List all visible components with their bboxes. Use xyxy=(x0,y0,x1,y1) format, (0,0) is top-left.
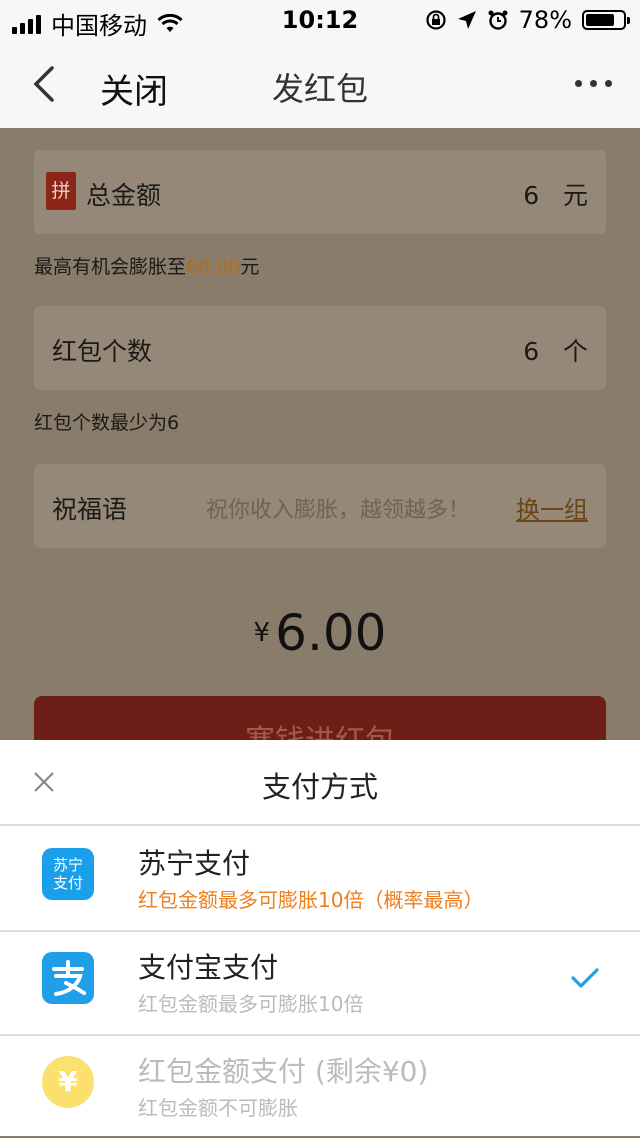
nav-bar: 关闭 发红包 xyxy=(0,40,640,128)
checkmark-icon xyxy=(571,968,599,988)
amount-display: ¥ 6.00 xyxy=(0,604,640,662)
payment-option-desc: 红包金额不可膨胀 xyxy=(138,1096,298,1120)
battery-icon xyxy=(582,10,630,30)
status-right: 78% xyxy=(425,6,630,34)
total-hint-amount: 60.00 xyxy=(186,256,241,278)
yen-coin-icon: ¥ xyxy=(42,1056,94,1108)
sheet-title: 支付方式 xyxy=(261,770,378,804)
status-bar: 中国移动 10:12 78% xyxy=(0,0,640,40)
amount-value: 6.00 xyxy=(275,604,387,662)
greeting-label: 祝福语 xyxy=(52,495,128,524)
suning-icon-text-1: 苏宁 xyxy=(52,856,83,874)
battery-percent: 78% xyxy=(518,6,572,34)
submit-button[interactable]: 塞钱进红包 xyxy=(34,696,606,746)
count-hint: 红包个数最少为6 xyxy=(34,412,180,434)
packet-count-number: 6 xyxy=(523,337,540,366)
payment-option-name: 支付宝支付 xyxy=(138,951,279,984)
payment-option-desc: 红包金额最多可膨胀10倍（概率最高） xyxy=(138,888,484,912)
payment-option-alipay[interactable]: 支付宝支付 红包金额最多可膨胀10倍 xyxy=(0,930,640,1036)
total-amount-number: 6 xyxy=(523,181,540,210)
packet-count-value: 6 个 xyxy=(523,332,588,368)
greeting-row[interactable]: 祝福语 祝你收入膨胀，越领越多！ 换一组 xyxy=(34,464,606,548)
payment-option-name: 红包金额支付 (剩余¥0) xyxy=(138,1055,429,1088)
payment-option-balance: ¥ 红包金额支付 (剩余¥0) 红包金额不可膨胀 xyxy=(0,1034,640,1138)
change-greeting-link[interactable]: 换一组 xyxy=(516,490,588,525)
payment-option-desc: 红包金额最多可膨胀10倍 xyxy=(138,992,364,1016)
total-amount-unit: 元 xyxy=(562,181,588,210)
packet-count-row[interactable]: 红包个数 6 个 xyxy=(34,306,606,390)
rotation-lock-icon xyxy=(426,10,446,30)
more-icon[interactable] xyxy=(575,80,612,87)
total-hint-prefix: 最高有机会膨胀至 xyxy=(34,256,187,278)
total-amount-value: 6 元 xyxy=(523,176,588,212)
page-title: 发红包 xyxy=(271,70,368,108)
total-amount-label: 总金额 xyxy=(86,181,162,210)
alarm-icon xyxy=(488,10,508,30)
total-hint: 最高有机会膨胀至60.00元 xyxy=(34,252,259,279)
pin-badge: 拼 xyxy=(46,172,76,210)
total-hint-suffix: 元 xyxy=(240,256,260,278)
currency-symbol: ¥ xyxy=(253,618,271,648)
packet-count-label: 红包个数 xyxy=(52,337,153,366)
alipay-icon xyxy=(42,952,94,1004)
location-arrow-icon xyxy=(457,11,476,29)
red-packet-form: 拼 总金额 6 元 最高有机会膨胀至60.00元 红包个数 6 个 红包个数最少… xyxy=(0,128,640,740)
greeting-input[interactable]: 祝你收入膨胀，越领越多！ xyxy=(206,492,470,524)
payment-option-name: 苏宁支付 xyxy=(138,847,251,880)
packet-count-unit: 个 xyxy=(562,337,588,366)
suning-pay-icon: 苏宁 支付 xyxy=(42,848,94,900)
sheet-header: 支付方式 xyxy=(0,740,640,826)
total-amount-row[interactable]: 拼 总金额 6 元 xyxy=(34,150,606,234)
suning-icon-text-2: 支付 xyxy=(52,874,83,892)
payment-option-suning[interactable]: 苏宁 支付 苏宁支付 红包金额最多可膨胀10倍（概率最高） xyxy=(0,826,640,932)
payment-method-sheet: 支付方式 苏宁 支付 苏宁支付 红包金额最多可膨胀10倍（概率最高） 支付宝支付… xyxy=(0,740,640,1136)
